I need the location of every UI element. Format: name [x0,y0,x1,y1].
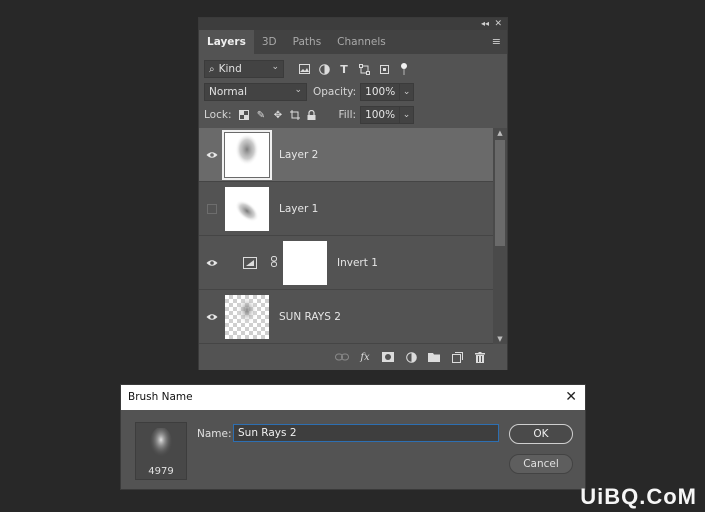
layer-mask-thumbnail[interactable] [283,240,327,285]
eye-icon [206,259,218,266]
eye-icon [206,313,218,320]
lock-position-icon[interactable]: ✥ [271,109,284,122]
fx-icon[interactable]: fx [356,349,374,365]
layers-list: Layer 2 Layer 1 Invert 1 SUN RAYS 2 [199,128,493,344]
filter-row: ⌕ Kind ⌄ T [199,58,507,80]
filter-toggle-icon[interactable] [398,63,410,75]
layers-panel: ◂◂ ✕ Layers 3D Paths Channels ≡ ⌕ Kind ⌄… [198,17,508,370]
smart-object-filter-icon[interactable] [378,63,390,75]
new-adjustment-icon[interactable] [402,349,420,365]
lock-artboard-icon[interactable] [288,109,301,122]
tab-layers[interactable]: Layers [199,30,254,54]
ok-button[interactable]: OK [509,424,573,444]
blend-mode-select[interactable]: Normal ⌄ [204,83,307,101]
cancel-button[interactable]: Cancel [509,454,573,474]
visibility-toggle[interactable] [199,151,225,159]
close-icon[interactable]: ✕ [565,385,577,410]
chevron-down-icon: ⌄ [271,62,279,72]
layer-thumbnail [225,186,269,231]
image-filter-icon[interactable] [298,63,310,75]
name-label: Name: [197,428,232,440]
scroll-thumb[interactable] [495,140,505,246]
type-filter-icon[interactable]: T [338,63,350,76]
lock-transparency-icon[interactable] [237,109,250,122]
blend-mode-value: Normal [209,86,247,98]
lock-all-icon[interactable] [305,109,318,122]
brush-name-input[interactable] [233,424,499,442]
layer-thumbnail [225,294,269,339]
brush-size-label: 4979 [148,466,174,477]
fill-dropdown-icon[interactable]: ⌄ [400,106,415,124]
layer-name[interactable]: Layer 2 [279,149,318,161]
chevron-down-icon: ⌄ [294,85,302,95]
brush-preview: 4979 [135,422,187,480]
layers-scrollbar[interactable]: ▲ ▼ [493,128,507,344]
blend-row: Normal ⌄ Opacity: 100% ⌄ [199,81,507,103]
search-icon: ⌕ [209,63,215,75]
shape-filter-icon[interactable] [358,63,370,75]
lock-label: Lock: [204,109,232,121]
hidden-eye-icon [207,203,217,214]
new-layer-icon[interactable] [448,349,466,365]
adjustment-filter-icon[interactable] [318,63,330,75]
layer-name[interactable]: Invert 1 [337,257,378,269]
lock-pixels-icon[interactable]: ✎ [254,109,267,122]
opacity-dropdown-icon[interactable]: ⌄ [400,83,415,101]
add-mask-icon[interactable] [379,349,397,365]
layer-row-invert-1[interactable]: Invert 1 [199,236,493,290]
lock-row: Lock: ✎ ✥ Fill: 100% ⌄ [199,104,507,126]
layer-row-layer-1[interactable]: Layer 1 [199,182,493,236]
invert-adjustment-icon[interactable] [243,256,257,269]
layer-name[interactable]: Layer 1 [279,203,318,215]
brush-tip-preview [150,428,172,459]
eye-icon [206,151,218,158]
visibility-toggle[interactable] [199,313,225,321]
mask-link-icon[interactable] [271,255,279,270]
layer-row-sun-rays-2[interactable]: SUN RAYS 2 [199,290,493,344]
link-layers-icon[interactable] [333,349,351,365]
fill-label: Fill: [338,109,357,121]
delete-layer-icon[interactable] [471,349,489,365]
filter-kind-value: Kind [218,63,242,75]
layer-name[interactable]: SUN RAYS 2 [279,311,341,323]
brush-name-dialog: Brush Name ✕ 4979 Name: OK Cancel [120,384,586,490]
dialog-title-bar: Brush Name ✕ [121,385,585,410]
layer-row-layer-2[interactable]: Layer 2 [199,128,493,182]
dialog-title: Brush Name [128,391,193,403]
visibility-toggle[interactable] [199,259,225,267]
close-panel-icon[interactable]: ✕ [494,18,502,30]
layer-thumbnail [222,129,272,180]
tab-3d[interactable]: 3D [254,30,285,54]
fill-input[interactable]: 100% [360,106,401,124]
panel-menu-icon[interactable]: ≡ [492,30,501,54]
collapse-panel-icon[interactable]: ◂◂ [481,18,489,30]
panel-title-bar: ◂◂ ✕ [199,18,507,30]
visibility-toggle[interactable] [199,203,225,214]
scroll-up-icon[interactable]: ▲ [493,128,507,138]
site-watermark: UiBQ.CoM [580,484,697,509]
tab-channels[interactable]: Channels [329,30,394,54]
panel-tabs: Layers 3D Paths Channels ≡ [199,30,507,54]
opacity-label: Opacity: [313,86,357,98]
layers-footer: fx [199,344,507,370]
scroll-down-icon[interactable]: ▼ [493,334,507,344]
tab-paths[interactable]: Paths [285,30,330,54]
filter-kind-select[interactable]: ⌕ Kind ⌄ [204,60,284,78]
new-group-icon[interactable] [425,349,443,365]
opacity-input[interactable]: 100% [360,83,401,101]
